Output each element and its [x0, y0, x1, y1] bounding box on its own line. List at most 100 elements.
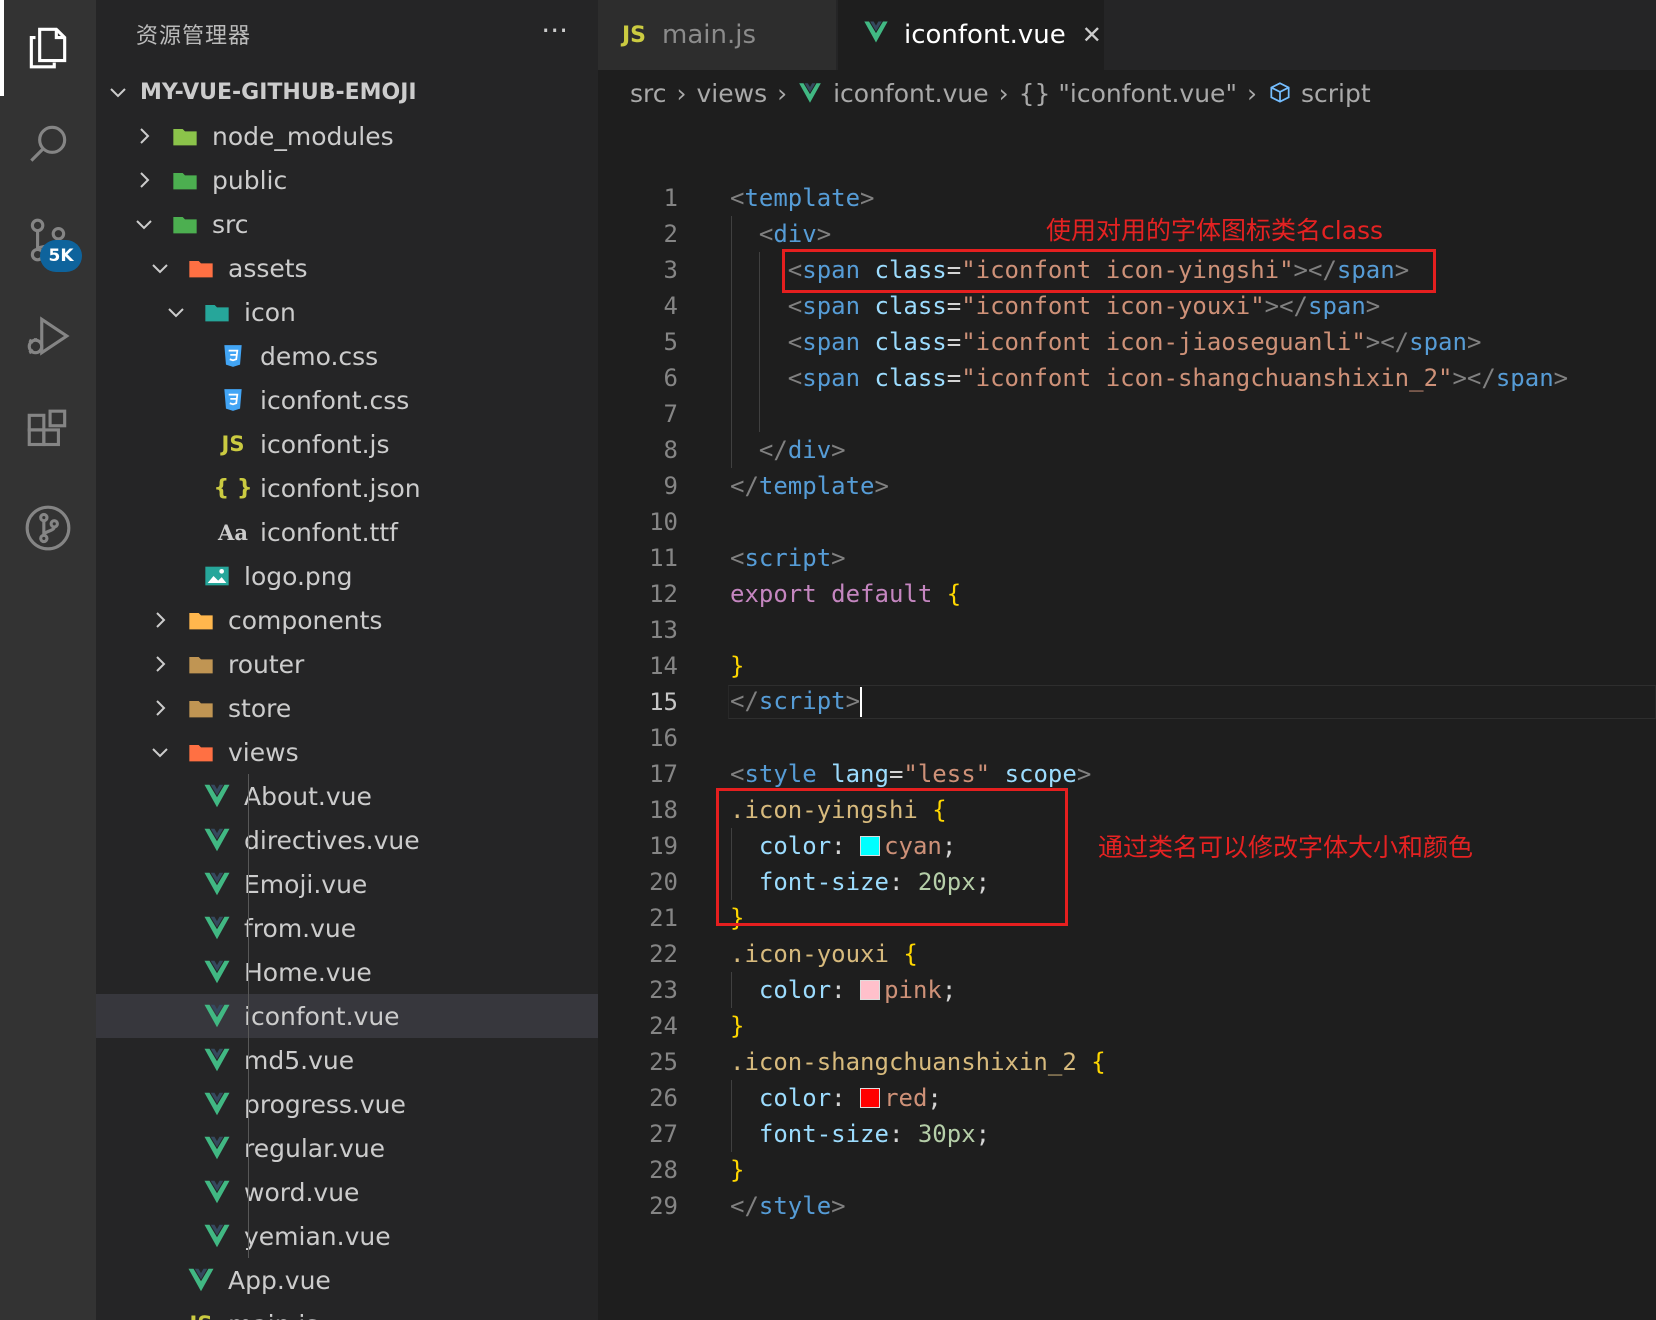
line-number: 13	[649, 616, 678, 644]
color-swatch[interactable]	[860, 1088, 881, 1108]
tree-file[interactable]: demo.css	[96, 334, 598, 378]
code-line[interactable]: 8 </div>	[598, 432, 1656, 468]
code-token: span	[1495, 364, 1554, 392]
breadcrumb-src[interactable]: src	[630, 79, 667, 108]
code-line[interactable]: 16	[598, 720, 1656, 756]
root-folder[interactable]: MY-VUE-GITHUB-EMOJI	[96, 70, 598, 114]
chevron-right-icon	[148, 696, 172, 720]
code-line[interactable]: 7	[598, 396, 1656, 432]
tree-file[interactable]: Emoji.vue	[96, 862, 598, 906]
code-token: style	[744, 760, 817, 788]
tree-folder[interactable]: components	[96, 598, 598, 642]
explorer-icon[interactable]	[0, 0, 96, 96]
more-actions-button[interactable]: ···	[541, 14, 568, 47]
code-line[interactable]: 28}	[598, 1152, 1656, 1188]
code-token: class	[874, 364, 947, 392]
code-line[interactable]: 27 font-size: 30px;	[598, 1116, 1656, 1152]
git-graph-icon[interactable]	[0, 480, 96, 576]
tree-folder[interactable]: router	[96, 642, 598, 686]
color-swatch[interactable]	[860, 980, 881, 1000]
tree-file[interactable]: Aa iconfont.ttf	[96, 510, 598, 554]
line-number: 8	[663, 436, 678, 464]
code-line[interactable]: 22 .icon-youxi {	[598, 936, 1656, 972]
tree-file[interactable]: directives.vue	[96, 818, 598, 862]
code-token: >	[845, 687, 861, 715]
code-token: <	[730, 760, 745, 788]
tree-file[interactable]: regular.vue	[96, 1126, 598, 1170]
chevron-down-icon	[148, 256, 172, 280]
tree-file[interactable]: Home.vue	[96, 950, 598, 994]
breadcrumb-file[interactable]: iconfont.vue	[833, 79, 989, 108]
folder-icon	[170, 121, 200, 151]
close-icon[interactable]: ✕	[1082, 21, 1102, 49]
breadcrumb-views[interactable]: views	[697, 79, 768, 108]
tree-file[interactable]: from.vue	[96, 906, 598, 950]
code-editor[interactable]: 1 <template> 2 <div> 3 <span class="iconfon…	[598, 116, 1656, 1320]
tab-main-js[interactable]: JS main.js	[598, 0, 836, 70]
tree-file[interactable]: md5.vue	[96, 1038, 598, 1082]
code-line[interactable]: 6 <span class="iconfont icon-shangchuans…	[598, 360, 1656, 396]
tree-folder[interactable]: public	[96, 158, 598, 202]
tree-file[interactable]: JS iconfont.js	[96, 422, 598, 466]
code-text: <style lang="less" scope>	[730, 760, 1091, 788]
code-token: script	[744, 544, 832, 572]
tree-folder[interactable]: icon	[96, 290, 598, 334]
code-line[interactable]: 13	[598, 612, 1656, 648]
folder-icon	[186, 737, 216, 767]
folder-icon	[186, 253, 216, 283]
code-text: </style>	[730, 1192, 846, 1220]
code-line[interactable]: 12 export default {	[598, 576, 1656, 612]
code-line[interactable]: 15 </script>	[598, 684, 1656, 720]
code-token: >	[831, 1192, 846, 1220]
line-number: 19	[649, 832, 678, 860]
line-number: 26	[649, 1084, 678, 1112]
code-line[interactable]: 11 <script>	[598, 540, 1656, 576]
line-number: 15	[649, 688, 678, 716]
search-icon[interactable]	[0, 96, 96, 192]
tree-file[interactable]: iconfont.vue	[96, 994, 598, 1038]
tree-file[interactable]: progress.vue	[96, 1082, 598, 1126]
tree-file[interactable]: App.vue	[96, 1258, 598, 1302]
code-text: }	[730, 1012, 744, 1040]
code-line[interactable]: 4 <span class="iconfont icon-youxi"></sp…	[598, 288, 1656, 324]
extensions-icon[interactable]	[0, 384, 96, 480]
tree-file[interactable]: JS main.js	[96, 1302, 598, 1320]
source-control-icon[interactable]	[0, 192, 96, 288]
code-token: :	[888, 1120, 918, 1148]
breadcrumb-object[interactable]: {} "iconfont.vue"	[1019, 79, 1237, 108]
code-line[interactable]: 24}	[598, 1008, 1656, 1044]
code-line[interactable]: 10	[598, 504, 1656, 540]
code-token: </	[730, 1192, 759, 1220]
code-line[interactable]: 29 </style>	[598, 1188, 1656, 1224]
code-line[interactable]: 23 color: pink;	[598, 972, 1656, 1008]
tree-folder[interactable]: store	[96, 686, 598, 730]
tree-folder[interactable]: views	[96, 730, 598, 774]
tree-folder[interactable]: node_modules	[96, 114, 598, 158]
code-line[interactable]: 26 color: red;	[598, 1080, 1656, 1116]
tree-folder[interactable]: assets	[96, 246, 598, 290]
tree-item-label: md5.vue	[244, 1045, 355, 1075]
json-file-icon: { }	[213, 475, 253, 501]
code-line[interactable]: 5 <span class="iconfont icon-jiaoseguanl…	[598, 324, 1656, 360]
code-line[interactable]: 17 <style lang="less" scope>	[598, 756, 1656, 792]
code-text: .icon-shangchuanshixin_2 {	[730, 1048, 1106, 1076]
tree-file[interactable]: About.vue	[96, 774, 598, 818]
tree-file[interactable]: logo.png	[96, 554, 598, 598]
tab-iconfont-vue[interactable]: iconfont.vue ✕	[838, 0, 1104, 70]
code-token: font-size	[758, 1120, 889, 1148]
tree-folder[interactable]: src	[96, 202, 598, 246]
code-line[interactable]: 14}	[598, 648, 1656, 684]
tree-item-label: yemian.vue	[244, 1221, 391, 1251]
tree-file[interactable]: word.vue	[96, 1170, 598, 1214]
tree-file[interactable]: iconfont.css	[96, 378, 598, 422]
breadcrumb-script[interactable]: script	[1301, 79, 1371, 108]
run-debug-icon[interactable]	[0, 288, 96, 384]
code-text: </script>	[730, 687, 863, 717]
tree-item-label: App.vue	[228, 1265, 331, 1295]
tree-file[interactable]: yemian.vue	[96, 1214, 598, 1258]
tree-file[interactable]: { } iconfont.json	[96, 466, 598, 510]
code-line[interactable]: 25 .icon-shangchuanshixin_2 {	[598, 1044, 1656, 1080]
code-line[interactable]: 9 </template>	[598, 468, 1656, 504]
